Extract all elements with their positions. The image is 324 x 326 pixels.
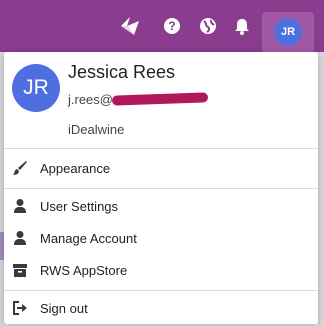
sign-out-icon	[12, 300, 28, 316]
menu-item-user-settings[interactable]: User Settings	[4, 191, 318, 221]
menu-item-label: User Settings	[40, 198, 119, 214]
account-menu: JR Jessica Rees j.rees@ iDealwine Appear…	[4, 52, 318, 324]
divider	[4, 290, 318, 291]
profile-section: JR Jessica Rees j.rees@ iDealwine	[4, 52, 318, 146]
avatar: JR	[274, 18, 302, 46]
user-email: j.rees@	[68, 92, 113, 107]
logo-icon[interactable]	[118, 14, 142, 38]
menu-item-rws-appstore[interactable]: RWS AppStore	[4, 255, 318, 285]
archive-box-icon	[12, 262, 28, 278]
user-organization: iDealwine	[68, 122, 125, 137]
redaction-mark	[111, 92, 209, 106]
menu-item-manage-account[interactable]: Manage Account	[4, 223, 318, 253]
user-name: Jessica Rees	[68, 62, 176, 82]
avatar: JR	[12, 64, 60, 112]
user-avatar-button[interactable]: JR	[262, 12, 314, 52]
user-icon	[12, 230, 28, 246]
help-icon[interactable]: ?	[160, 14, 184, 38]
top-bar: ? JR	[0, 0, 324, 52]
menu-item-sign-out[interactable]: Sign out	[4, 293, 318, 323]
menu-item-label: Appearance	[40, 160, 111, 176]
background-panel	[318, 52, 324, 326]
globe-icon[interactable]	[196, 14, 220, 38]
paintbrush-icon	[12, 160, 28, 176]
menu-item-label: Manage Account	[40, 230, 137, 246]
menu-item-label: RWS AppStore	[40, 262, 128, 278]
divider	[4, 148, 318, 149]
svg-text:?: ?	[168, 19, 175, 33]
bell-icon[interactable]	[230, 14, 254, 38]
menu-item-label: Sign out	[40, 300, 88, 316]
user-icon	[12, 198, 28, 214]
menu-item-appearance[interactable]: Appearance	[4, 153, 318, 183]
divider	[4, 188, 318, 189]
